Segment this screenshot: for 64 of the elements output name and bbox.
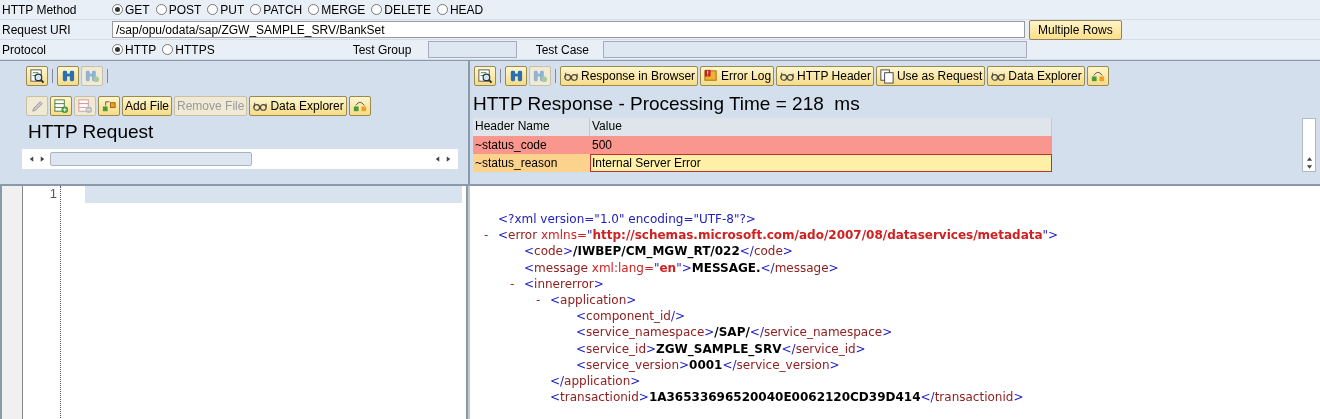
scroll-down-icon[interactable] xyxy=(1305,163,1313,171)
radio-button[interactable]: MERGE xyxy=(308,2,366,17)
code-editor[interactable]: 1 xyxy=(0,186,468,419)
table-cell[interactable]: ~status_code xyxy=(473,136,590,154)
toolbar-button[interactable]: Use as Request xyxy=(875,66,986,86)
multiple-rows-button[interactable]: Multiple Rows xyxy=(1029,19,1122,40)
xml-line: <message xml:lang="en">MESSAGE.</message> xyxy=(524,260,839,275)
xml-line: </application> xyxy=(550,373,641,388)
radio-button[interactable]: DELETE xyxy=(371,2,431,17)
errorlog-icon xyxy=(703,68,720,84)
magnifier-icon[interactable] xyxy=(26,66,48,86)
xml-line: <code>/IWBEP/CM_MGW_RT/022</code> xyxy=(524,244,793,259)
copy-icon xyxy=(878,68,895,84)
radio-button[interactable]: HEAD xyxy=(436,2,484,17)
toolbar-button[interactable]: HTTP Header xyxy=(776,66,874,86)
magnifier-icon[interactable] xyxy=(474,66,496,86)
vertical-scrollbar[interactable] xyxy=(1302,118,1316,172)
radio-button[interactable]: GET xyxy=(112,2,150,17)
field-label: Test Case xyxy=(535,42,591,57)
toolbar-button[interactable]: Response in Browser xyxy=(560,66,699,86)
radio-button[interactable]: POST xyxy=(155,2,202,17)
table-cell[interactable]: Internal Server Error xyxy=(590,154,1052,172)
toolbar-button[interactable]: Add File xyxy=(122,96,173,116)
collapse-marker[interactable]: - xyxy=(484,228,498,243)
line-number: 1 xyxy=(48,186,57,201)
test-group-field[interactable] xyxy=(427,41,517,58)
pane-title: HTTP Request xyxy=(27,121,155,144)
column-header: Value xyxy=(590,118,1052,136)
field-label: Protocol xyxy=(1,42,48,57)
xml-line: <service_namespace>/SAP/</service_namespace> xyxy=(576,325,893,340)
scroll-up-icon[interactable] xyxy=(1305,155,1313,163)
shapes-icon[interactable] xyxy=(98,96,120,116)
add-row-icon[interactable] xyxy=(50,96,72,116)
collapse-marker[interactable]: - xyxy=(536,293,550,308)
xml-line: <component_id/> xyxy=(576,309,685,324)
toolbar-button[interactable]: Data Explorer xyxy=(987,66,1085,86)
pane-title: HTTP Response - Processing Time = 218 ms xyxy=(472,93,861,115)
radio-button[interactable]: HTTP xyxy=(112,42,157,57)
table-cell[interactable]: ~status_reason xyxy=(473,154,590,172)
radio-button[interactable]: PUT xyxy=(207,2,245,17)
radio-button[interactable]: PATCH xyxy=(250,2,303,17)
xml-line: <application> xyxy=(550,293,637,308)
xml-line: <?xml version="1.0" encoding="UTF-8"?> xyxy=(498,212,756,227)
test-case-field[interactable] xyxy=(602,41,1027,58)
xml-line: <transactionid>1A36533696520040E0062120CD39D414</transactionid> xyxy=(550,390,1024,405)
toolbar-button[interactable]: Error Log xyxy=(700,66,775,86)
column-header: Header Name xyxy=(473,118,590,136)
field-label: Test Group xyxy=(352,42,413,57)
xml-line: <innererror> xyxy=(524,276,604,291)
collapse-marker[interactable]: - xyxy=(510,276,524,291)
horizontal-scrollbar[interactable] xyxy=(22,149,458,169)
toolbar-button[interactable]: Data Explorer xyxy=(249,96,347,116)
radio-button[interactable]: HTTPS xyxy=(162,42,215,57)
field-label: Request URI xyxy=(1,22,72,37)
scroll-right-icon[interactable] xyxy=(39,155,46,163)
xml-line: <service_id>ZGW_SAMPLE_SRV</service_id> xyxy=(576,341,866,356)
xml-line: <error xmlns="http://schemas.microsoft.com/ado/2007/08/dataservices/metadata"> xyxy=(498,228,1059,243)
field-label: HTTP Method xyxy=(1,2,78,17)
uri-field[interactable]: /sap/opu/odata/sap/ZGW_SAMPLE_SRV/BankSet xyxy=(112,21,1025,38)
scroll-left-icon[interactable] xyxy=(28,155,35,163)
scroll-right-icon[interactable] xyxy=(445,155,452,163)
xml-line: <service_version>0001</service_version> xyxy=(576,357,840,372)
table-cell[interactable]: 500 xyxy=(590,136,1052,154)
scroll-left-icon[interactable] xyxy=(434,155,441,163)
